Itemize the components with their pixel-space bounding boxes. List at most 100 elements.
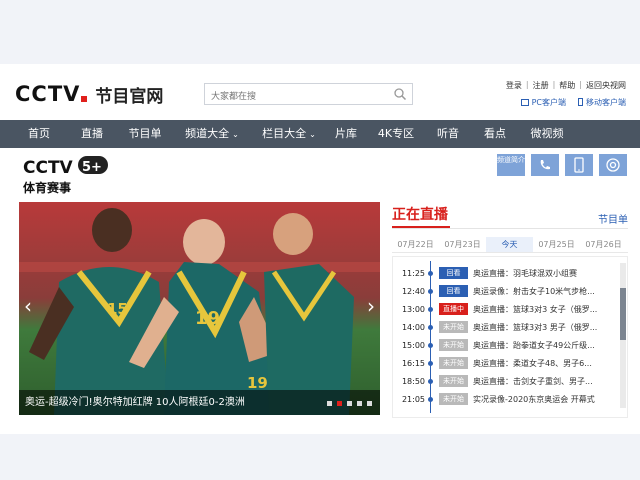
mobile-button[interactable] [565,154,593,176]
status-badge[interactable]: 回看 [439,285,468,297]
login-link[interactable]: 登录 [506,80,522,91]
program-title[interactable]: 奥运直播：篮球3对3 女子（俄罗... [473,304,603,315]
nav-item-label: 听音 [437,127,459,140]
program-time: 13:00 [401,304,425,314]
channel-logo: CCTV 5+ 体育赛事 [20,154,110,196]
target-icon [606,158,620,172]
search-input[interactable] [205,87,385,107]
timeline-node [428,378,433,384]
target-button[interactable] [599,154,627,176]
page-container: CCTV 节目官网 登录 | 注册 | 帮助 | 返回央视网 PC客户端 移动客… [0,64,640,434]
nav-item-home[interactable]: 首页 [18,120,60,148]
nav-item-live[interactable]: 直播 [77,120,107,148]
program-time: 21:05 [401,394,425,404]
jersey-number: 15 [107,300,128,318]
date-tab[interactable]: 今天 [486,237,533,252]
program-row[interactable]: 18:50 未开始 奥运直播：击剑女子重剑、男子... [393,372,619,390]
nav-item-schedule[interactable]: 节目单 [125,120,165,148]
timeline-node [428,306,433,312]
jersey-number: 19 [195,308,220,329]
status-badge[interactable]: 未开始 [439,393,468,405]
date-tab[interactable]: 07月22日 [392,237,439,252]
separator: | [579,80,582,89]
status-badge[interactable]: 未开始 [439,375,468,387]
hero-caption-text: 奥运-超级冷门!奥尔特加红牌 10人阿根廷0-2澳洲 [25,397,245,408]
program-row[interactable]: 21:05 未开始 实况录像-2020东京奥运会 开幕式 [393,390,619,408]
program-title[interactable]: 奥运直播：柔道女子48、男子6... [473,358,603,369]
nav-item-audio[interactable]: 听音 [433,120,463,148]
status-badge[interactable]: 未开始 [439,357,468,369]
channel-icon-buttons: 频道简介 [497,154,627,176]
carousel-dot[interactable] [367,401,372,406]
program-title[interactable]: 奥运直播：篮球3对3 男子（俄罗... [473,322,603,333]
phone-button[interactable] [531,154,559,176]
logo-cctv-text: CCTV [15,82,81,106]
nav-item-label: 首页 [28,127,50,140]
program-title[interactable]: 奥运直播：跆拳道女子49公斤级... [473,340,603,351]
program-title[interactable]: 实况录像-2020东京奥运会 开幕式 [473,394,603,405]
return-cctv-link[interactable]: 返回央视网 [586,80,626,91]
program-title[interactable]: 奥运录像：射击女子10米气步枪... [473,286,603,297]
status-badge[interactable]: 未开始 [439,339,468,351]
carousel-dot[interactable] [347,401,352,406]
status-badge[interactable]: 未开始 [439,321,468,333]
program-row[interactable]: 11:25 回看 奥运直播：羽毛球混双小组赛 [393,264,619,282]
timeline-node [428,342,433,348]
date-tab[interactable]: 07月23日 [439,237,486,252]
program-title[interactable]: 奥运直播：击剑女子重剑、男子... [473,376,603,387]
help-link[interactable]: 帮助 [559,80,575,91]
page-bottom-background [0,434,640,480]
program-row[interactable]: 15:00 未开始 奥运直播：跆拳道女子49公斤级... [393,336,619,354]
program-list: 11:25 回看 奥运直播：羽毛球混双小组赛 12:40 回看 奥运录像：射击女子10米气… [392,256,628,418]
pc-client-link[interactable]: PC客户端 [520,97,566,108]
prev-slide-arrow[interactable]: ‹ [21,294,35,318]
hero-carousel[interactable]: 15 19 19 ‹ › 奥运-超级冷门!奥尔特加红牌 10人阿根廷0-2澳洲 [19,202,380,415]
carousel-dot[interactable] [337,401,342,406]
timeline-node [428,396,433,402]
program-row[interactable]: 13:00 直播中 奥运直播：篮球3对3 女子（俄罗... [393,300,619,318]
logo-red-dot [81,96,88,102]
nav-item-label: 微视频 [530,127,564,140]
hero-caption[interactable]: 奥运-超级冷门!奥尔特加红牌 10人阿根廷0-2澳洲 [19,390,380,415]
program-title[interactable]: 奥运直播：羽毛球混双小组赛 [473,268,603,279]
status-badge[interactable]: 回看 [439,267,468,279]
next-slide-arrow[interactable]: › [364,294,378,318]
channel-intro-button[interactable]: 频道简介 [497,154,525,176]
channel-logo-name: 体育赛事 [23,180,71,195]
divider [392,228,628,229]
phone-icon [540,160,550,170]
live-now-title: 正在直播 [392,207,448,223]
status-badge[interactable]: 直播中 [439,303,468,315]
carousel-dot[interactable] [357,401,362,406]
page-top-background [0,0,640,64]
nav-item-columns[interactable]: 栏目大全 ⌄ [259,120,319,148]
nav-item-4k[interactable]: 4K专区 [376,120,416,148]
schedule-link[interactable]: 节目单 [598,211,628,226]
program-row[interactable]: 16:15 未开始 奥运直播：柔道女子48、男子6... [393,354,619,372]
program-row[interactable]: 14:00 未开始 奥运直播：篮球3对3 男子（俄罗... [393,318,619,336]
program-time: 16:15 [401,358,425,368]
main-nav: 首页 直播 节目单 频道大全 ⌄ 栏目大全 ⌄ 片库 4K专区 听音 看点 微视频 [0,120,640,148]
program-time: 11:25 [401,268,425,278]
logo-subtitle: 节目官网 [95,86,164,107]
register-link[interactable]: 注册 [533,80,549,91]
separator: | [525,80,529,89]
site-logo[interactable]: CCTV 节目官网 [15,82,164,107]
scrollbar-thumb[interactable] [620,288,626,340]
client-links: PC客户端 移动客户端 [520,97,626,108]
date-tab[interactable]: 07月25日 [533,237,580,252]
carousel-dot[interactable] [327,401,332,406]
scrollbar[interactable] [620,263,626,408]
search-icon[interactable] [393,87,407,101]
nav-item-channels[interactable]: 频道大全 ⌄ [182,120,242,148]
nav-item-microvideo[interactable]: 微视频 [527,120,567,148]
nav-item-highlights[interactable]: 看点 [480,120,510,148]
channel-logo-graphic: CCTV 5+ 体育赛事 [23,156,108,195]
channel-intro-label: 频道简介 [497,156,525,164]
chevron-down-icon: ⌄ [309,130,316,139]
date-tab[interactable]: 07月26日 [580,237,627,252]
mobile-client-link[interactable]: 移动客户端 [578,97,626,108]
nav-item-label: 直播 [81,127,103,140]
program-row[interactable]: 12:40 回看 奥运录像：射击女子10米气步枪... [393,282,619,300]
nav-item-library[interactable]: 片库 [333,120,359,148]
